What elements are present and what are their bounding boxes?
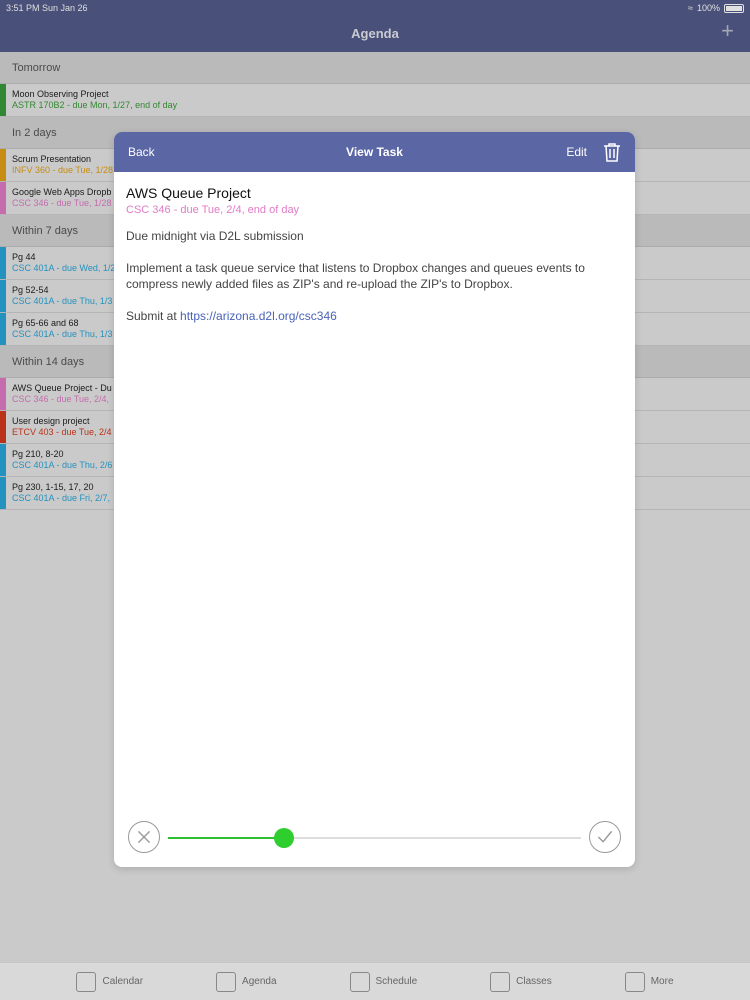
agenda-icon xyxy=(216,971,237,992)
classes-icon xyxy=(490,971,511,992)
progress-row xyxy=(114,821,635,855)
schedule-icon xyxy=(349,971,370,992)
tab-label: Calendar xyxy=(102,976,144,987)
task-description: Due midnight via D2L submission Implemen… xyxy=(126,228,623,324)
slider-fill xyxy=(168,837,284,839)
task-note: Due midnight via D2L submission xyxy=(126,229,304,243)
tab-label: Classes xyxy=(516,976,552,987)
check-circle-icon[interactable] xyxy=(589,821,621,853)
submit-prefix: Submit at xyxy=(126,309,181,323)
tab-label: Agenda xyxy=(242,976,277,987)
slider-thumb[interactable] xyxy=(273,828,294,848)
task-title: AWS Queue Project xyxy=(126,185,251,201)
tab-calendar[interactable]: Calendar xyxy=(76,971,144,992)
tab-schedule[interactable]: Schedule xyxy=(349,971,418,992)
task-details: Implement a task queue service that list… xyxy=(126,261,585,291)
cancel-circle-icon[interactable] xyxy=(128,821,160,853)
tab-bar: Calendar Agenda Schedule Classes More xyxy=(0,962,750,1000)
task-subtitle: CSC 346 - due Tue, 2/4, end of day xyxy=(126,204,300,216)
view-task-modal: Back View Task Edit AWS Queue Project CS… xyxy=(114,132,635,867)
modal-body: AWS Queue Project CSC 346 - due Tue, 2/4… xyxy=(114,172,635,353)
tab-classes[interactable]: Classes xyxy=(490,971,552,992)
trash-icon[interactable] xyxy=(603,142,621,162)
task-submit-line: Submit at https://arizona.d2l.org/csc346 xyxy=(126,308,623,324)
tab-label: More xyxy=(650,976,674,987)
modal-title: View Task xyxy=(346,145,403,159)
modal-header: Back View Task Edit xyxy=(114,132,635,172)
calendar-icon xyxy=(76,971,97,992)
tab-more[interactable]: More xyxy=(624,971,674,992)
tab-agenda[interactable]: Agenda xyxy=(216,971,277,992)
progress-slider[interactable] xyxy=(168,828,581,848)
edit-button[interactable]: Edit xyxy=(566,145,587,159)
tab-label: Schedule xyxy=(375,976,418,987)
submit-link[interactable]: https://arizona.d2l.org/csc346 xyxy=(180,309,337,323)
more-icon xyxy=(624,971,645,992)
